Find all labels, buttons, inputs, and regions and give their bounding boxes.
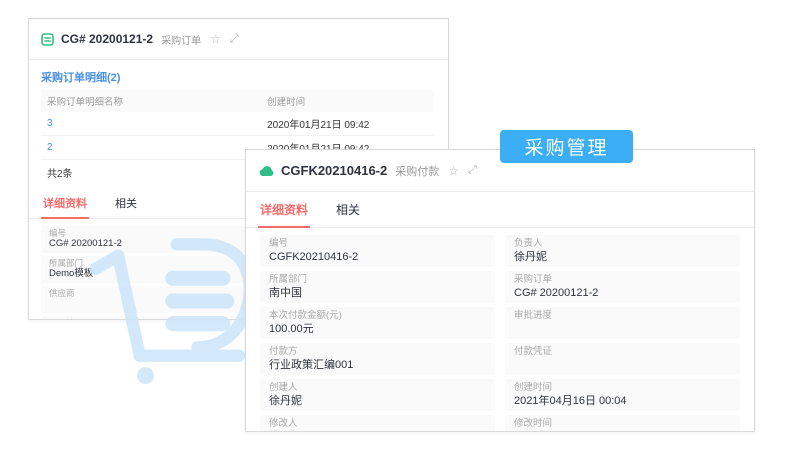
field-department: 所属部门 南中国 <box>260 271 495 303</box>
field-created-time: 创建时间 2021年04月16日 00:04 <box>505 379 740 411</box>
column-header-created: 创建时间 <box>261 90 434 112</box>
tab-related[interactable]: 相关 <box>113 189 139 218</box>
order-detail-section-title: 采购订单明细(2) <box>41 72 121 84</box>
field-value <box>514 322 731 336</box>
owner-link[interactable]: 徐丹妮 <box>514 250 731 264</box>
tab-details[interactable]: 详细资料 <box>41 189 89 219</box>
front-card-tabs: 详细资料 相关 <box>246 192 754 228</box>
expand-icon[interactable]: ⤢ <box>468 165 477 176</box>
field-label: 审批进度 <box>514 310 553 321</box>
field-label: 创建时间 <box>514 382 553 393</box>
field-number: 编号 CGFK20210416-2 <box>260 235 495 267</box>
expand-icon[interactable]: ⤢ <box>230 33 239 45</box>
field-value: 100.00元 <box>269 323 314 335</box>
field-value <box>514 358 731 372</box>
field-payment-voucher: 付款凭证 <box>505 343 740 375</box>
purchase-order-header: CG# 20200121-2 采购订单 ☆ ⤢ <box>29 19 448 60</box>
field-approval-progress: 审批进度 <box>505 307 740 339</box>
field-label: 修改人 <box>269 418 298 429</box>
purchase-order-title: CG# 20200121-2 <box>61 32 154 46</box>
payer-link[interactable]: 行业政策汇编001 <box>269 358 486 372</box>
purchase-payment-card: CGFK20210416-2 采购付款 ☆ ⤢ 详细资料 相关 编号 CGFK2… <box>245 149 755 432</box>
creator-link[interactable]: 徐丹妮 <box>269 394 486 408</box>
field-purchase-order: 采购订单 CG# 20200121-2 <box>505 271 740 303</box>
purchase-order-icon <box>41 32 54 46</box>
field-label: 所属部门 <box>269 274 308 285</box>
field-label: 付款方 <box>269 346 298 357</box>
star-icon[interactable]: ☆ <box>210 33 221 45</box>
detail-created-time: 2020年01月21日 09:42 <box>261 112 434 136</box>
field-value: 2021年04月16日 00:04 <box>514 430 731 431</box>
detail-name-link[interactable]: 3 <box>47 118 53 129</box>
field-payment-amount: 本次付款金额(元) 100.00元 <box>260 307 495 339</box>
field-label: 负责人 <box>514 238 543 249</box>
star-icon[interactable]: ☆ <box>448 165 459 177</box>
column-header-name: 采购订单明细名称 <box>41 90 262 112</box>
tab-related[interactable]: 相关 <box>334 192 362 227</box>
field-label: 编号 <box>269 238 289 249</box>
field-value: 2021年04月16日 00:04 <box>514 395 627 407</box>
tab-details[interactable]: 详细资料 <box>258 192 311 228</box>
purchase-payment-type-label: 采购付款 <box>395 165 440 178</box>
field-creator: 创建人 徐丹妮 <box>260 379 495 411</box>
field-payer: 付款方 行业政策汇编001 <box>260 343 495 375</box>
field-value: CGFK20210416-2 <box>269 251 359 263</box>
table-row[interactable]: 3 2020年01月21日 09:42 <box>41 112 434 136</box>
field-label: 修改时间 <box>514 418 553 429</box>
purchase-payment-title: CGFK20210416-2 <box>281 163 388 178</box>
field-label: 本次付款金额(元) <box>269 310 342 321</box>
modifier-link[interactable]: 徐丹妮 <box>269 430 486 431</box>
purchase-order-link[interactable]: CG# 20200121-2 <box>514 286 731 300</box>
purchase-order-type-label: 采购订单 <box>161 35 202 47</box>
field-value: 南中国 <box>269 287 302 299</box>
field-label: 创建人 <box>269 382 298 393</box>
table-header-row: 采购订单明细名称 创建时间 <box>41 90 434 112</box>
front-card-fields: 编号 CGFK20210416-2 负责人 徐丹妮 所属部门 南中国 采购订单 … <box>246 228 754 431</box>
cart-wheel <box>137 367 154 385</box>
field-label: 付款凭证 <box>514 346 553 357</box>
module-badge-purchase-management[interactable]: 采购管理 <box>500 130 633 163</box>
field-modifier: 修改人 徐丹妮 <box>260 415 495 431</box>
purchase-payment-icon <box>258 165 274 177</box>
detail-name-link[interactable]: 2 <box>47 142 53 153</box>
field-label: 采购订单 <box>514 274 553 285</box>
field-modified-time: 修改时间 2021年04月16日 00:04 <box>505 415 740 431</box>
field-owner: 负责人 徐丹妮 <box>505 235 740 267</box>
